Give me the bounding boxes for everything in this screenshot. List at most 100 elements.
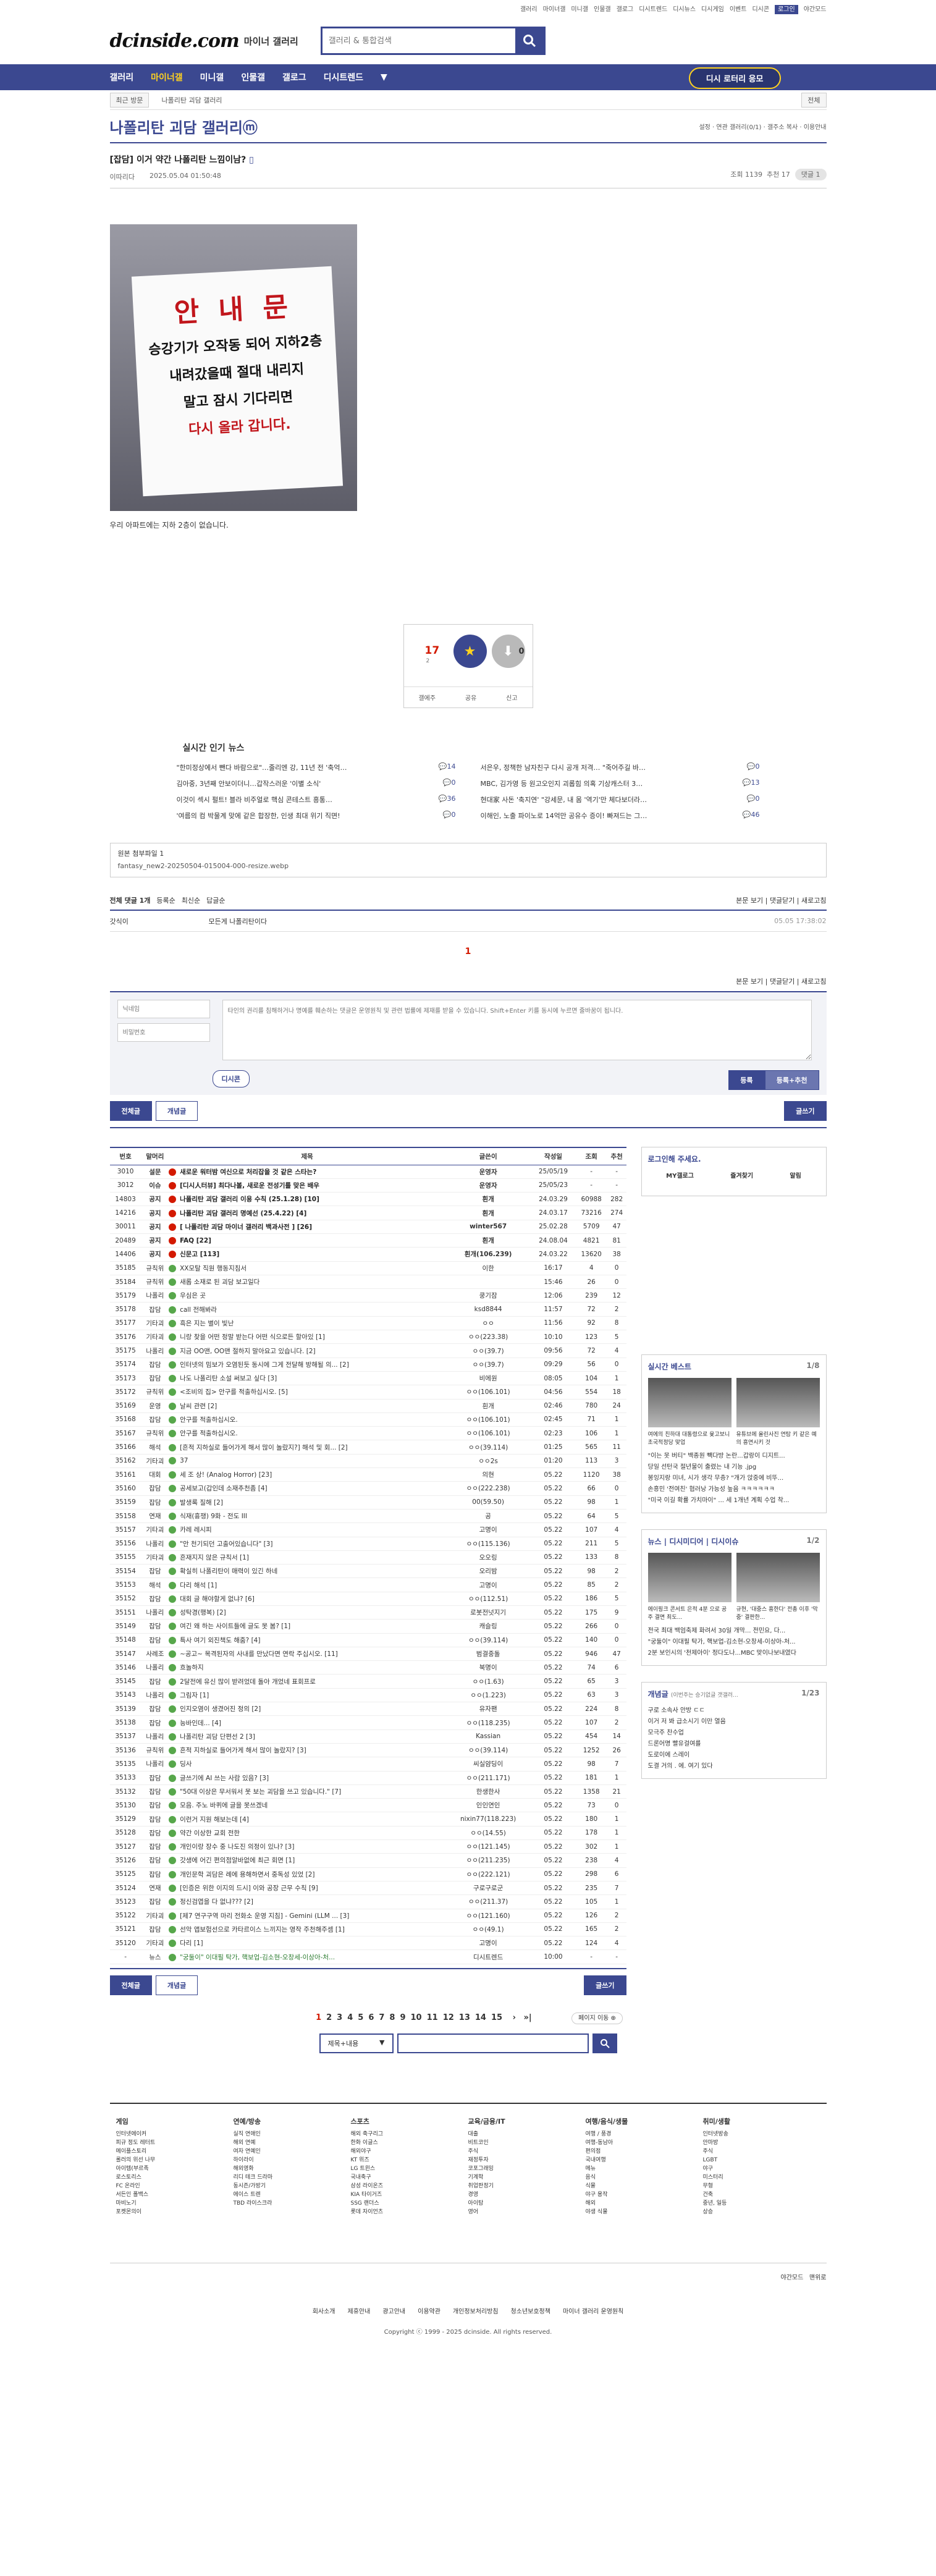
post-title-link[interactable]: [제7 연구구역 마리 전화소 운영 지침] - Gemini (LLM ...… [180, 1912, 349, 1920]
top-link[interactable]: 야간모드 [804, 6, 827, 13]
post-title-cell[interactable]: XX모탈 직원 행동지침서 [169, 1261, 445, 1275]
post-category[interactable]: 기타괴 [141, 1550, 169, 1565]
post-title-link[interactable]: 흐놀하지 [180, 1664, 204, 1671]
table-row[interactable]: 35126 잡담 갓생에 어긴 편의점알바없에 최근 회면 [1] ㅇㅇ(211.23… [109, 1853, 626, 1868]
table-row[interactable]: 35132 잡담 "50대 이상은 무서워서 못 보는 괴담을 쓰고 있습니다." … [109, 1784, 626, 1799]
best-caption[interactable]: 여에의 친하대 대통령으로 윷고보니 초국적정당 맞업 [648, 1430, 732, 1446]
post-writer[interactable]: ㅇㅇ(1.223) [445, 1688, 531, 1703]
post-title-link[interactable]: 인지오염이 생겼어진 정의 [2] [180, 1705, 261, 1713]
post-writer[interactable]: winter567 [445, 1220, 531, 1234]
post-title-link[interactable]: 발생록 질해 [2] [180, 1499, 223, 1506]
best-thumb[interactable] [736, 1378, 820, 1427]
post-writer[interactable]: 흰개 [445, 1206, 531, 1220]
post-title-link[interactable]: 니랑 찾을 어떤 정말 받는다 어떤 식으로든 할아있 [1] [180, 1333, 325, 1341]
page-number[interactable]: 13 [459, 2013, 470, 2022]
top-link[interactable]: 디시게임 [701, 6, 724, 13]
footer-link[interactable]: 취업판정기 [468, 2182, 586, 2190]
post-title-link[interactable]: 개인이랑 장수 중 나도진 의정이 있나? [3] [180, 1843, 294, 1851]
footer-link[interactable]: 여행 / 풍경 [586, 2130, 703, 2139]
post-title-link[interactable]: [흔적 지하실로 들어가게 해서 많이 놀랐지?] 해석 및 회... [2] [180, 1444, 348, 1451]
post-title-link[interactable]: 흔재지지 않은 규칙서 [1] [180, 1554, 249, 1561]
post-title-cell[interactable]: 흑은 지는 별이 빛난 [169, 1316, 445, 1331]
post-title-cell[interactable]: <조비의 집> 안구를 적출하십시오. [5] [169, 1385, 445, 1400]
post-writer[interactable]: 고명이 [445, 1577, 531, 1592]
post-title-link[interactable]: [ 나폴리탄 괴담 마이너 갤러리 백과사전 ] [26] [180, 1223, 312, 1231]
post-title-link[interactable]: 흔적 지하실로 들어가게 해서 많이 놀랐지? [3] [180, 1747, 306, 1754]
post-title-cell[interactable]: 우심은 곳 [169, 1288, 445, 1303]
post-writer[interactable]: 씨실얌딩이 [445, 1757, 531, 1772]
news-item[interactable]: 이해인, 노출 파이노로 14억만 공유수 증이! 빠져드는 그… 💬46 [481, 811, 760, 821]
nav-minor[interactable]: 마이너갤 [151, 71, 183, 83]
write-button[interactable]: 글쓰기 [784, 1101, 827, 1121]
table-row[interactable]: 35159 잡담 발생록 질해 [2] 00(59.50) 05.22 98 1 [109, 1495, 626, 1510]
post-title-cell[interactable]: 그림자 [1] [169, 1688, 445, 1703]
post-writer[interactable]: ㅇㅇ(39.7) [445, 1343, 531, 1358]
post-title-cell[interactable]: 나폴리탄 괴담 단편선 2 [3] [169, 1729, 445, 1744]
news-headline[interactable]: 김아중, 3년째 안보이더니…갑작스러운 '이별 소식' [177, 779, 321, 788]
footer-link[interactable]: LG 트윈스 [351, 2164, 468, 2173]
footer-link[interactable]: 안마방 [703, 2139, 820, 2147]
post-writer[interactable]: ㅇㅇ(106.101) [445, 1385, 531, 1400]
news-item[interactable]: MBC, 김가영 등 원고오인지 괴롭힘 의혹 기상캐스터 3… 💬13 [481, 779, 760, 788]
post-title-link[interactable]: 다리 해석 [1] [180, 1582, 217, 1589]
post-writer[interactable] [445, 1275, 531, 1290]
page-number[interactable]: 5 [358, 2013, 363, 2022]
post-title-link[interactable]: 약간 이상한 교회 전한 [180, 1830, 240, 1837]
post-category[interactable]: 규칙위 [141, 1385, 169, 1400]
footer-link[interactable]: 편의점 [586, 2147, 703, 2156]
post-title-link[interactable]: <조비의 집> 안구를 적출하십시오. [5] [180, 1388, 288, 1396]
best-item[interactable]: 당일 선턴국 절년물이 출렸는 내 기능 .jpg [648, 1462, 820, 1473]
post-title-link[interactable]: 37 [180, 1457, 188, 1464]
news-tabs[interactable]: 뉴스 | 디시미디어 | 디시이슈 1/2 [648, 1536, 820, 1547]
post-category[interactable]: 나폴리 [141, 1757, 169, 1772]
table-row[interactable]: 3010 설문 새로운 워터밤 여신으로 처리잡을 것 같은 스타는? 운영자 25/0… [109, 1165, 626, 1179]
submit-recommend-button[interactable]: 등록+추천 [764, 1070, 819, 1090]
site-logo[interactable]: dcinside.com [110, 30, 240, 52]
post-category[interactable]: 설문 [141, 1165, 169, 1179]
post-title-cell[interactable]: [흔적 지하실로 들어가게 해서 많이 놀랐지?] 해석 및 회... [2] [169, 1440, 445, 1455]
post-category[interactable]: 잡담 [141, 1674, 169, 1689]
page-number[interactable]: 2 [326, 2013, 332, 2022]
post-title-cell[interactable]: 대회 글 해야할게 없냐? [6] [169, 1592, 445, 1607]
sort-registered[interactable]: 등록순 [156, 895, 175, 905]
footer-link[interactable]: 마비노기 [116, 2199, 234, 2208]
post-writer[interactable]: ㅇㅇ(39.114) [445, 1440, 531, 1455]
post-title-link[interactable]: "안 천기되던 고출어있습니다" [3] [180, 1540, 272, 1548]
top-link[interactable]: 갤러리 [520, 6, 538, 13]
search-button[interactable] [515, 28, 544, 53]
post-title-link[interactable]: 날씨 관련 [2] [180, 1403, 217, 1410]
night-mode-toggle[interactable]: 야간모드 [781, 2274, 804, 2281]
footer-bottom-link[interactable]: 광고안내 [382, 2308, 405, 2315]
post-writer[interactable]: ㅇㅇ(112.51) [445, 1592, 531, 1607]
post-writer[interactable]: ㅇㅇ(1.63) [445, 1674, 531, 1689]
footer-link[interactable]: 피규 정도 레터트 [116, 2139, 234, 2147]
post-writer[interactable]: ㅇㅇ(121.160) [445, 1909, 531, 1923]
post-title-link[interactable]: [인증은 위한 이지의 드시] 이와 공장 근무 수칙 [9] [180, 1885, 318, 1892]
post-title-cell[interactable]: ~공고~ 목격된자의 사내를 만났다면 연락 주십시오. [11] [169, 1647, 445, 1662]
footer-link[interactable]: KT 위즈 [351, 2156, 468, 2164]
footer-link[interactable]: 야구 용작 [586, 2190, 703, 2199]
concept-item[interactable]: 도로이에 스레이 [648, 1750, 820, 1761]
footer-link[interactable]: 야구 [703, 2164, 820, 2173]
table-row[interactable]: 35146 나폴리 흐놀하지 북명이 05.22 74 6 [109, 1660, 626, 1675]
post-writer[interactable]: 한생한사 [445, 1784, 531, 1799]
post-category[interactable]: 잡담 [141, 1922, 169, 1937]
post-author[interactable]: 이따리다 [110, 172, 135, 182]
post-title-cell[interactable]: 흔재지지 않은 규칙서 [1] [169, 1550, 445, 1565]
post-category[interactable]: 잡담 [141, 1715, 169, 1730]
table-row[interactable]: 35156 나폴리 "안 천기되던 고출어있습니다" [3] ㅇㅇ(115.136) 0… [109, 1537, 626, 1551]
post-writer[interactable]: 흰개 [445, 1233, 531, 1248]
footer-link[interactable]: 야생 식물 [586, 2208, 703, 2216]
table-row[interactable]: 35175 나폴리 지금 OO맨, OO맨 절하지 말아요고 있습니다. [2] ㅇㅇ… [109, 1343, 626, 1358]
footer-link[interactable]: KIA 타이거즈 [351, 2190, 468, 2199]
post-category[interactable]: 잡담 [141, 1784, 169, 1799]
post-title-link[interactable]: 정신검엽을 다 없냐??? [2] [180, 1898, 253, 1906]
best-item[interactable]: 봉잉지랑 미녀, 시가 생각 무층? "개가 앉중에 비뚜... [648, 1473, 820, 1484]
table-row[interactable]: 35174 잡담 인터넷의 밈보가 오염된듯 동시에 그게 전달해 방해될 의...… [109, 1358, 626, 1372]
post-title-cell[interactable]: 여긴 왜 하는 사이트들에 글도 못 봄? [1] [169, 1619, 445, 1634]
footer-link[interactable]: 비트코인 [468, 2139, 586, 2147]
post-title-link[interactable]: 공세보고(갑인데 소재추천좀 [4] [180, 1485, 268, 1492]
dccon-button[interactable]: 디시콘 [212, 1070, 250, 1087]
page-number[interactable]: 10 [411, 2013, 422, 2022]
page-number[interactable]: 9 [400, 2013, 405, 2022]
